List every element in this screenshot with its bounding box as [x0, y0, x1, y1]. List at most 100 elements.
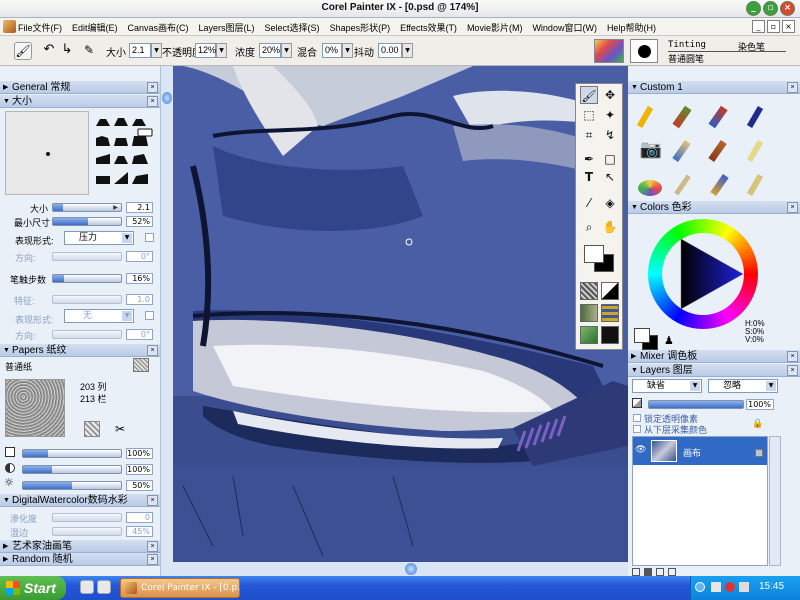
palette-knife-brush-icon[interactable]: [672, 102, 702, 130]
nozzle-selector-icon[interactable]: [601, 326, 619, 344]
look-selector-icon[interactable]: [580, 326, 598, 344]
felt-pen-brush-icon[interactable]: [636, 102, 666, 130]
magic-wand-icon[interactable]: ✦: [601, 106, 619, 124]
visibility-eye-icon[interactable]: 👁: [635, 445, 646, 455]
opacity-dropdown[interactable]: ▼: [216, 43, 227, 58]
oil-brush-icon[interactable]: [708, 136, 738, 164]
scrollbar-thumb[interactable]: [162, 92, 172, 104]
invert-paper-icon[interactable]: [84, 421, 100, 437]
preserve-transparency-checkbox[interactable]: [633, 414, 641, 422]
jitter-input[interactable]: 0.00: [378, 43, 402, 58]
layer-opacity-value[interactable]: 100%: [746, 399, 774, 410]
digital-watercolor-header[interactable]: ▼ DigitalWatercolor数码水彩 ×: [0, 494, 160, 507]
brush-selector-icon[interactable]: [594, 39, 624, 63]
blend-input[interactable]: 0%: [322, 43, 342, 58]
diffusion-value[interactable]: 0: [126, 512, 153, 523]
dynamic-plugins-icon[interactable]: [632, 568, 640, 576]
saturation-value-triangle[interactable]: [648, 219, 758, 329]
paper-name[interactable]: 普通纸: [5, 360, 32, 373]
paper-scale-slider[interactable]: [22, 449, 122, 458]
direction-slider[interactable]: [52, 252, 122, 261]
menu-edit[interactable]: Edit编辑(E): [72, 21, 118, 34]
close-icon[interactable]: ×: [787, 202, 798, 213]
restore-button[interactable]: ▫: [763, 1, 778, 16]
feature-value[interactable]: 1.0: [126, 294, 153, 305]
artist-oils-header[interactable]: ▶ 艺术家油画笔 ×: [0, 540, 160, 553]
size-header[interactable]: ▼ 大小 ×: [0, 95, 160, 108]
delete-layer-icon[interactable]: [668, 568, 676, 576]
close-icon[interactable]: ×: [787, 351, 798, 362]
volume-icon[interactable]: [739, 582, 749, 592]
mixer-header[interactable]: ▶ Mixer 调色板 ×: [628, 350, 800, 363]
clock[interactable]: 15:45: [759, 581, 784, 592]
quicklaunch-browser-icon[interactable]: [80, 580, 94, 594]
scrollbar-thumb[interactable]: [405, 563, 417, 575]
menu-help[interactable]: Help帮助(H): [607, 21, 656, 34]
random-header[interactable]: ▶ Random 随机 ×: [0, 553, 160, 566]
tinting-brush-icon[interactable]: [636, 170, 666, 198]
start-button[interactable]: Start: [0, 576, 66, 600]
direction-value[interactable]: 0°: [126, 251, 153, 262]
close-icon[interactable]: ×: [147, 345, 158, 356]
network-icon[interactable]: [711, 582, 721, 592]
doc-minimize-button[interactable]: _: [752, 20, 765, 33]
dropper-icon[interactable]: ⁄: [580, 194, 598, 212]
direction2-value[interactable]: 0°: [126, 329, 153, 340]
paper-contrast-slider[interactable]: [22, 465, 122, 474]
camera-brush-icon[interactable]: 📷: [636, 136, 666, 164]
main-color-swatch[interactable]: [632, 326, 660, 352]
quicklaunch-app-icon[interactable]: [97, 580, 111, 594]
concentration-dropdown[interactable]: ▼: [281, 43, 292, 58]
diffusion-slider[interactable]: [52, 513, 122, 522]
layer-mask-icon[interactable]: [644, 568, 652, 576]
pencil-brush-icon[interactable]: [672, 170, 702, 198]
canvas-horizontal-scrollbar[interactable]: [173, 562, 628, 576]
menu-window[interactable]: Window窗口(W): [532, 21, 597, 34]
general-header[interactable]: ▶ General 常规 ×: [0, 81, 160, 94]
size-slider[interactable]: ▶: [52, 203, 122, 212]
stroke-type-straight-icon[interactable]: ↳: [58, 42, 76, 60]
rect-selection-icon[interactable]: ⬚: [580, 106, 598, 124]
pastel-brush-icon[interactable]: [744, 170, 774, 198]
app-icon[interactable]: [3, 20, 16, 33]
airbrush-icon[interactable]: [708, 170, 738, 198]
close-icon[interactable]: ×: [147, 554, 158, 565]
color-dropper-icon[interactable]: ♟: [664, 334, 674, 347]
close-icon[interactable]: ×: [787, 365, 798, 376]
close-icon[interactable]: ×: [147, 541, 158, 552]
watercolor-brush-icon[interactable]: [672, 136, 702, 164]
dab-type-grid[interactable]: [94, 114, 156, 196]
task-corel-painter[interactable]: Corel Painter IX - [0.p...: [120, 578, 240, 598]
colors-header[interactable]: ▼ Colors 色彩 ×: [628, 201, 800, 214]
papers-header[interactable]: ▼ Papers 纸纹 ×: [0, 344, 160, 357]
doc-restore-button[interactable]: ▫: [767, 20, 780, 33]
document-canvas[interactable]: [173, 66, 628, 576]
paper-brightness-value[interactable]: 50%: [126, 480, 153, 491]
menu-layers[interactable]: Layers图层(L): [199, 21, 255, 34]
paper-options-icon[interactable]: ✂: [112, 421, 128, 437]
menu-effects[interactable]: Effects效果(T): [400, 21, 457, 34]
direction2-slider[interactable]: [52, 330, 122, 339]
menu-shapes[interactable]: Shapes形状(P): [330, 21, 391, 34]
concentration-input[interactable]: 20%: [259, 43, 281, 58]
color-wheel[interactable]: [648, 219, 758, 329]
invert-checkbox[interactable]: [145, 233, 154, 242]
close-icon[interactable]: ×: [147, 495, 158, 506]
new-layer-icon[interactable]: [656, 568, 664, 576]
text-icon[interactable]: T: [580, 168, 598, 186]
menu-canvas[interactable]: Canvas画布(C): [128, 21, 189, 34]
close-button[interactable]: ×: [780, 1, 795, 16]
close-icon[interactable]: ×: [787, 82, 798, 93]
size-value[interactable]: 2.1: [126, 202, 153, 213]
composite-method-select[interactable]: 缺省 ▼: [632, 379, 702, 393]
spacing-value[interactable]: 16%: [126, 273, 153, 284]
shape-selection-icon[interactable]: ↖: [601, 168, 619, 186]
paper-scale-value[interactable]: 100%: [126, 448, 153, 459]
paper-selector-icon[interactable]: [580, 282, 598, 300]
magnifier-icon[interactable]: ⌕: [580, 218, 598, 236]
lock-icon[interactable]: 🔒: [752, 419, 763, 429]
menu-file[interactable]: File文件(F): [18, 21, 62, 34]
blender-brush-icon[interactable]: [708, 102, 738, 130]
brush-category-name[interactable]: Tinting: [668, 40, 706, 50]
reset-brush-icon[interactable]: ✎: [80, 42, 98, 60]
